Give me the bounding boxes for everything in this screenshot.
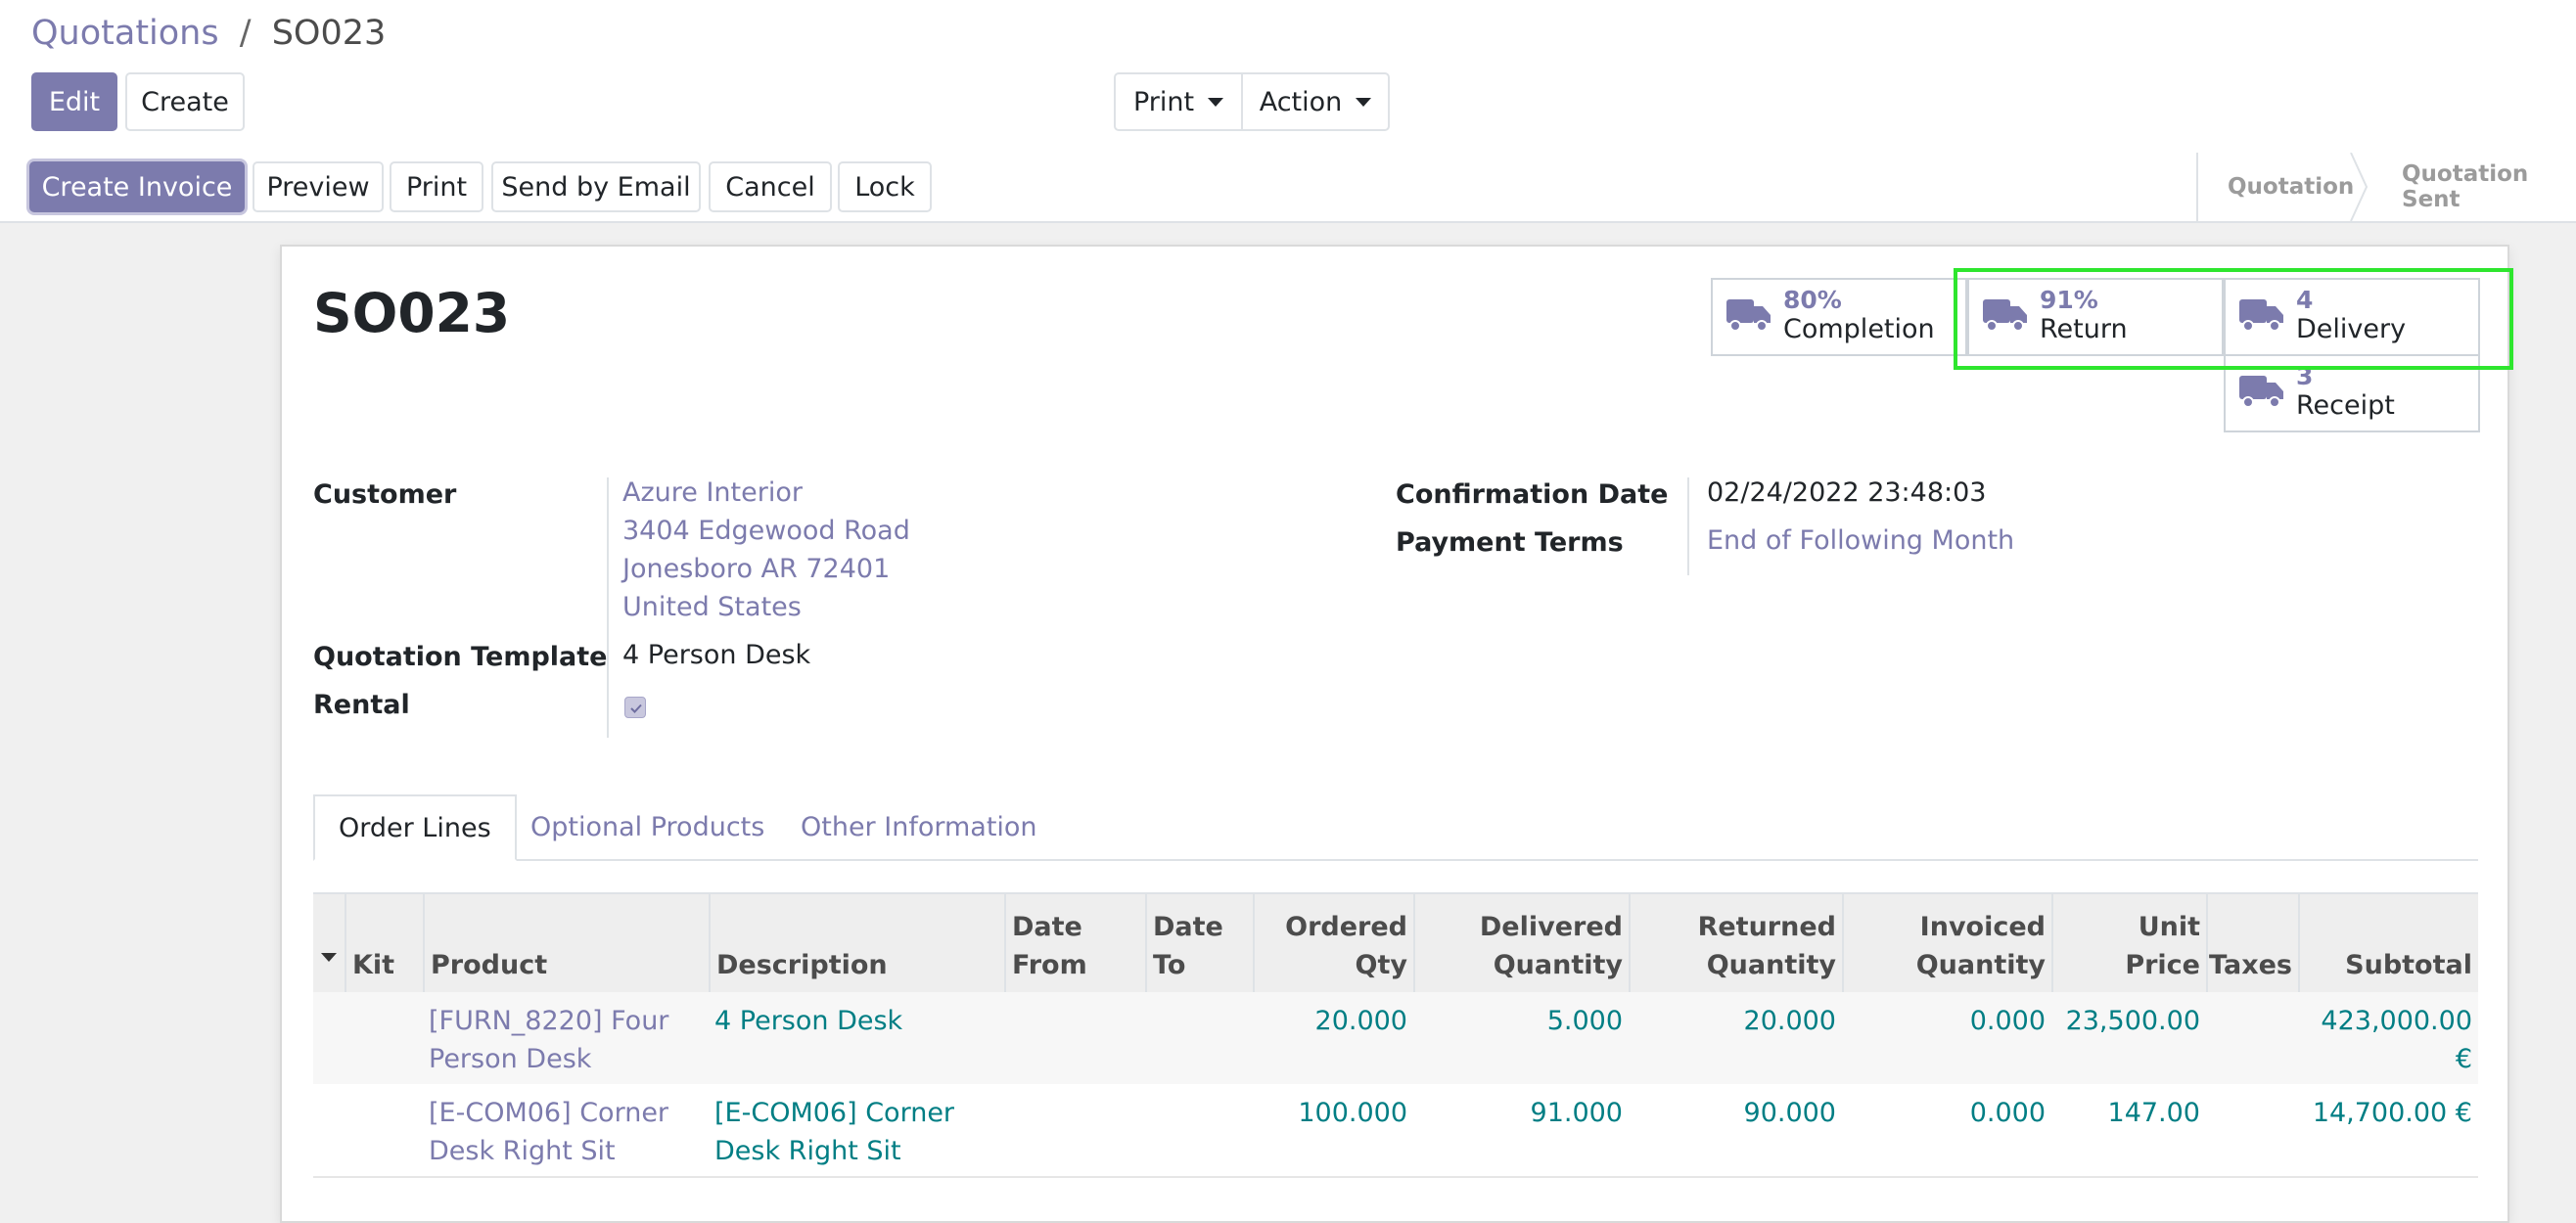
record-title: SO023 <box>313 282 511 344</box>
smart-button-label: Receipt <box>2296 390 2395 421</box>
table-row[interactable]: [FURN_8220] Four Person Desk 4 Person De… <box>313 992 2478 1086</box>
tab-other-information[interactable]: Other Information <box>801 794 1037 859</box>
description-cell: 4 Person Desk <box>714 1006 903 1036</box>
returned-qty-cell: 20.000 <box>1743 1006 1836 1036</box>
action-dropdown-label: Action <box>1259 86 1343 117</box>
tab-optional-products[interactable]: Optional Products <box>530 794 764 859</box>
print-button[interactable]: Print <box>390 161 483 212</box>
preview-button[interactable]: Preview <box>253 161 384 212</box>
product-cell[interactable]: [E-COM06] Corner Desk Right Sit <box>423 1084 709 1180</box>
payment-terms-link[interactable]: End of Following Month <box>1707 521 2014 560</box>
table-row[interactable]: [E-COM06] Corner Desk Right Sit [E-COM06… <box>313 1084 2478 1178</box>
cancel-button[interactable]: Cancel <box>709 161 832 212</box>
unit-price-cell: 23,500.00 <box>2065 1006 2200 1036</box>
column-kit[interactable]: Kit <box>345 894 423 992</box>
invoiced-qty-cell: 0.000 <box>1969 1098 2046 1128</box>
description-cell: [E-COM06] Corner Desk Right Sit <box>714 1098 955 1166</box>
field-divider <box>607 477 609 738</box>
rental-checkbox[interactable] <box>624 697 646 718</box>
ordered-qty-cell: 100.000 <box>1298 1098 1407 1128</box>
customer-name-link[interactable]: Azure Interior <box>622 474 803 512</box>
smart-button-label: Completion <box>1783 314 1935 344</box>
smart-button-completion[interactable]: 80% Completion <box>1711 278 1967 356</box>
unit-price-cell: 147.00 <box>2107 1098 2200 1128</box>
customer-label: Customer <box>313 479 457 510</box>
confirmation-date-value: 02/24/2022 23:48:03 <box>1707 477 1987 508</box>
column-date-to[interactable]: Date To <box>1145 894 1253 992</box>
caret-down-icon <box>1356 97 1372 107</box>
edit-button[interactable]: Edit <box>31 72 117 131</box>
subtotal-cell: 14,700.00 € <box>2312 1098 2472 1128</box>
returned-qty-cell: 90.000 <box>1743 1098 1836 1128</box>
column-product[interactable]: Product <box>423 894 709 992</box>
create-button[interactable]: Create <box>125 72 245 131</box>
table-header: Kit Product Description Date From Date T… <box>313 892 2478 994</box>
stage-divider <box>2196 153 2198 221</box>
product-cell[interactable]: [FURN_8220] Four Person Desk <box>423 992 709 1088</box>
column-toggle[interactable] <box>313 894 345 992</box>
subtotal-cell: 423,000.00 € <box>2321 1006 2472 1074</box>
tab-order-lines[interactable]: Order Lines <box>313 794 517 861</box>
breadcrumb-quotations-link[interactable]: Quotations <box>31 14 219 53</box>
form-sheet: SO023 80% Completion 91% Return 4 Delive… <box>280 245 2513 1223</box>
customer-address-line: 3404 Edgewood Road <box>622 516 910 546</box>
truck-icon <box>2239 376 2283 408</box>
quotation-template-value: 4 Person Desk <box>622 640 811 670</box>
breadcrumb-separator: / <box>239 14 252 53</box>
print-dropdown-button[interactable]: Print <box>1114 72 1243 131</box>
caret-down-icon <box>1208 97 1224 107</box>
ordered-qty-cell: 20.000 <box>1314 1006 1407 1036</box>
control-panel: Quotations / SO023 Edit Create Print Act… <box>0 0 2576 155</box>
column-description[interactable]: Description <box>709 894 1004 992</box>
column-returned-quantity[interactable]: Returned Quantity <box>1629 894 1842 992</box>
send-by-email-button[interactable]: Send by Email <box>491 161 701 212</box>
customer-address-line: United States <box>622 592 802 622</box>
quotation-template-label: Quotation Template <box>313 642 608 672</box>
truck-icon <box>1726 299 1771 332</box>
action-dropdown-button[interactable]: Action <box>1241 72 1390 131</box>
delivered-qty-cell: 91.000 <box>1530 1098 1623 1128</box>
stage-arrow-icon <box>2350 153 2369 221</box>
column-unit-price[interactable]: Unit Price <box>2051 894 2206 992</box>
caret-down-icon <box>321 953 337 962</box>
breadcrumb: Quotations / SO023 <box>31 14 386 53</box>
column-delivered-quantity[interactable]: Delivered Quantity <box>1413 894 1629 992</box>
smart-button-value: 80% <box>1783 286 1842 314</box>
status-bar: Create Invoice Preview Print Send by Ema… <box>0 153 2576 223</box>
print-dropdown-label: Print <box>1132 86 1195 117</box>
stage-quotation[interactable]: Quotation <box>2228 153 2354 221</box>
column-invoiced-quantity[interactable]: Invoiced Quantity <box>1842 894 2051 992</box>
breadcrumb-current: SO023 <box>271 14 387 53</box>
highlight-box <box>1954 268 2513 370</box>
payment-terms-label: Payment Terms <box>1396 527 1624 558</box>
rental-label: Rental <box>313 690 410 720</box>
confirmation-date-label: Confirmation Date <box>1396 479 1669 510</box>
notebook-tabs: Order Lines Optional Products Other Info… <box>313 794 2478 861</box>
column-ordered-qty[interactable]: Ordered Qty <box>1253 894 1413 992</box>
lock-button[interactable]: Lock <box>838 161 932 212</box>
invoiced-qty-cell: 0.000 <box>1969 1006 2046 1036</box>
column-subtotal[interactable]: Subtotal <box>2298 894 2478 992</box>
stage-quotation-sent[interactable]: Quotation Sent <box>2402 153 2576 221</box>
field-divider <box>1687 477 1689 575</box>
column-taxes[interactable]: Taxes <box>2206 894 2298 992</box>
delivered-qty-cell: 5.000 <box>1546 1006 1623 1036</box>
column-date-from[interactable]: Date From <box>1004 894 1145 992</box>
customer-address-line: Jonesboro AR 72401 <box>622 554 891 584</box>
create-invoice-button[interactable]: Create Invoice <box>29 161 245 212</box>
check-icon <box>630 703 642 713</box>
